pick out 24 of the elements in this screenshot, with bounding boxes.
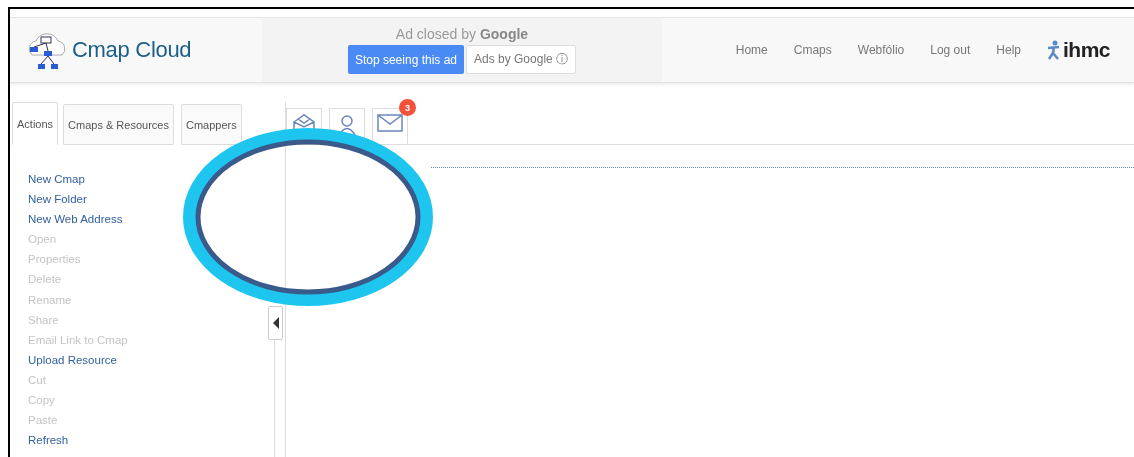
nav-link[interactable]: Cmaps [793,43,832,57]
tab[interactable]: Cmappers [180,104,242,145]
tab[interactable]: Cmaps & Resources [63,104,174,145]
caret-left-icon [272,317,279,329]
ihmc-logo-text: ihmc [1063,38,1110,62]
ads-by-google-button[interactable]: Ads by Google ⓘ [466,45,577,74]
nav-link[interactable]: Webfólio [857,43,905,57]
nav-link[interactable]: Home [735,43,768,57]
ad-closed-notice: Ad closed by Google [395,26,529,42]
tab[interactable]: Actions [12,102,59,145]
logo-text[interactable]: Cmap Cloud [72,37,192,63]
notification-badge: 3 [399,99,416,116]
envelope-icon [377,114,403,132]
action-link[interactable]: New Cmap [28,169,268,190]
action-link[interactable]: Upload Resource [28,349,268,370]
open-envelope-icon [293,114,315,132]
nav-link[interactable]: Log out [930,43,971,57]
action-link[interactable]: New Web Address [28,209,268,230]
action-link[interactable]: New Folder [28,189,268,210]
stop-seeing-ad-button[interactable]: Stop seeing this ad [347,45,464,74]
collapse-panel-button[interactable] [268,306,283,340]
nav-link[interactable]: Help [996,43,1021,57]
action-link[interactable]: Refresh [28,430,268,451]
running-figure-icon [1047,40,1061,60]
